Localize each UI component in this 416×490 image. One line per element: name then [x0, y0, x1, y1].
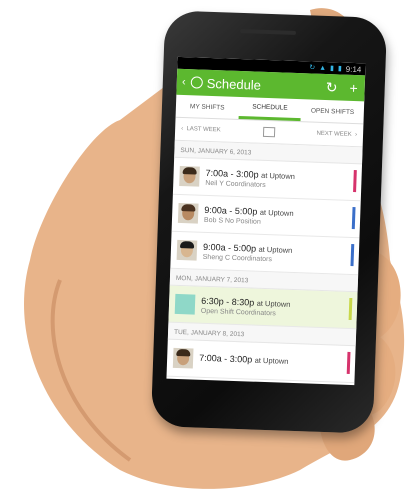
add-icon[interactable]: +	[342, 80, 365, 97]
avatar	[172, 347, 194, 369]
shift-location: at Uptown	[256, 298, 291, 309]
position-color-bar	[346, 351, 351, 375]
open-shift-swatch	[174, 293, 196, 315]
battery-icon: ▮	[337, 65, 342, 73]
app-logo-icon	[190, 76, 203, 89]
avatar	[177, 202, 199, 224]
avatar	[179, 165, 200, 187]
calendar-icon[interactable]	[262, 126, 276, 138]
shift-info: 9:00a - 5:00p at Uptown Bob S No Position	[204, 204, 355, 228]
shift-info: 6:30p - 8:30p at Uptown Open Shift Coordi…	[201, 295, 352, 319]
sync-status-icon: ↻	[309, 64, 316, 72]
last-week-label: LAST WEEK	[186, 126, 221, 134]
app-screen: ↻ ▲ ▮ ▮ 9:14 ‹ Schedule ↻ + MY SHIFTS SC…	[166, 56, 366, 386]
shift-info: 9:00a - 5:00p at Uptown Sheng C Coordinat…	[203, 241, 354, 265]
tab-schedule[interactable]: SCHEDULE	[238, 96, 302, 122]
position-color-bar	[353, 170, 357, 193]
shift-row[interactable]: 9:00a - 5:00p at Uptown Sheng C Coordinat…	[170, 231, 360, 276]
shift-row[interactable]: 7:00a - 3:00p at Uptown	[166, 339, 356, 384]
shift-location: at Uptown	[258, 244, 293, 255]
shift-info: 7:00a - 3:00p at Uptown	[199, 353, 349, 370]
position-color-bar	[351, 207, 356, 230]
last-week-button[interactable]: ‹ LAST WEEK	[181, 126, 257, 135]
tab-my-shifts[interactable]: MY SHIFTS	[176, 95, 239, 119]
position-color-bar	[350, 243, 355, 267]
shift-time: 7:00a - 3:00p at Uptown	[199, 352, 289, 366]
signal-icon: ▮	[329, 65, 335, 73]
wifi-icon: ▲	[319, 64, 327, 72]
refresh-icon[interactable]: ↻	[320, 78, 343, 96]
back-icon[interactable]: ‹	[177, 76, 191, 88]
shift-row[interactable]: 6:30p - 8:30p at Uptown Open Shift Coordi…	[168, 285, 358, 330]
position-color-bar	[348, 297, 353, 321]
shift-location: at Uptown	[259, 207, 294, 218]
next-week-button[interactable]: NEXT WEEK ›	[281, 129, 357, 138]
shift-location: at Uptown	[260, 170, 296, 181]
next-week-label: NEXT WEEK	[316, 130, 352, 138]
tab-open-shifts[interactable]: OPEN SHIFTS	[301, 99, 364, 123]
avatar	[176, 239, 198, 261]
shift-info: 7:00a - 3:00p at Uptown Neil Y Coordinato…	[205, 167, 356, 191]
shift-location: at Uptown	[254, 355, 289, 366]
page-title: Schedule	[206, 75, 262, 93]
schedule-list: SUN, JANUARY 6, 2013 7:00a - 3:00p at Upt…	[166, 140, 363, 384]
status-time: 9:14	[345, 64, 362, 74]
